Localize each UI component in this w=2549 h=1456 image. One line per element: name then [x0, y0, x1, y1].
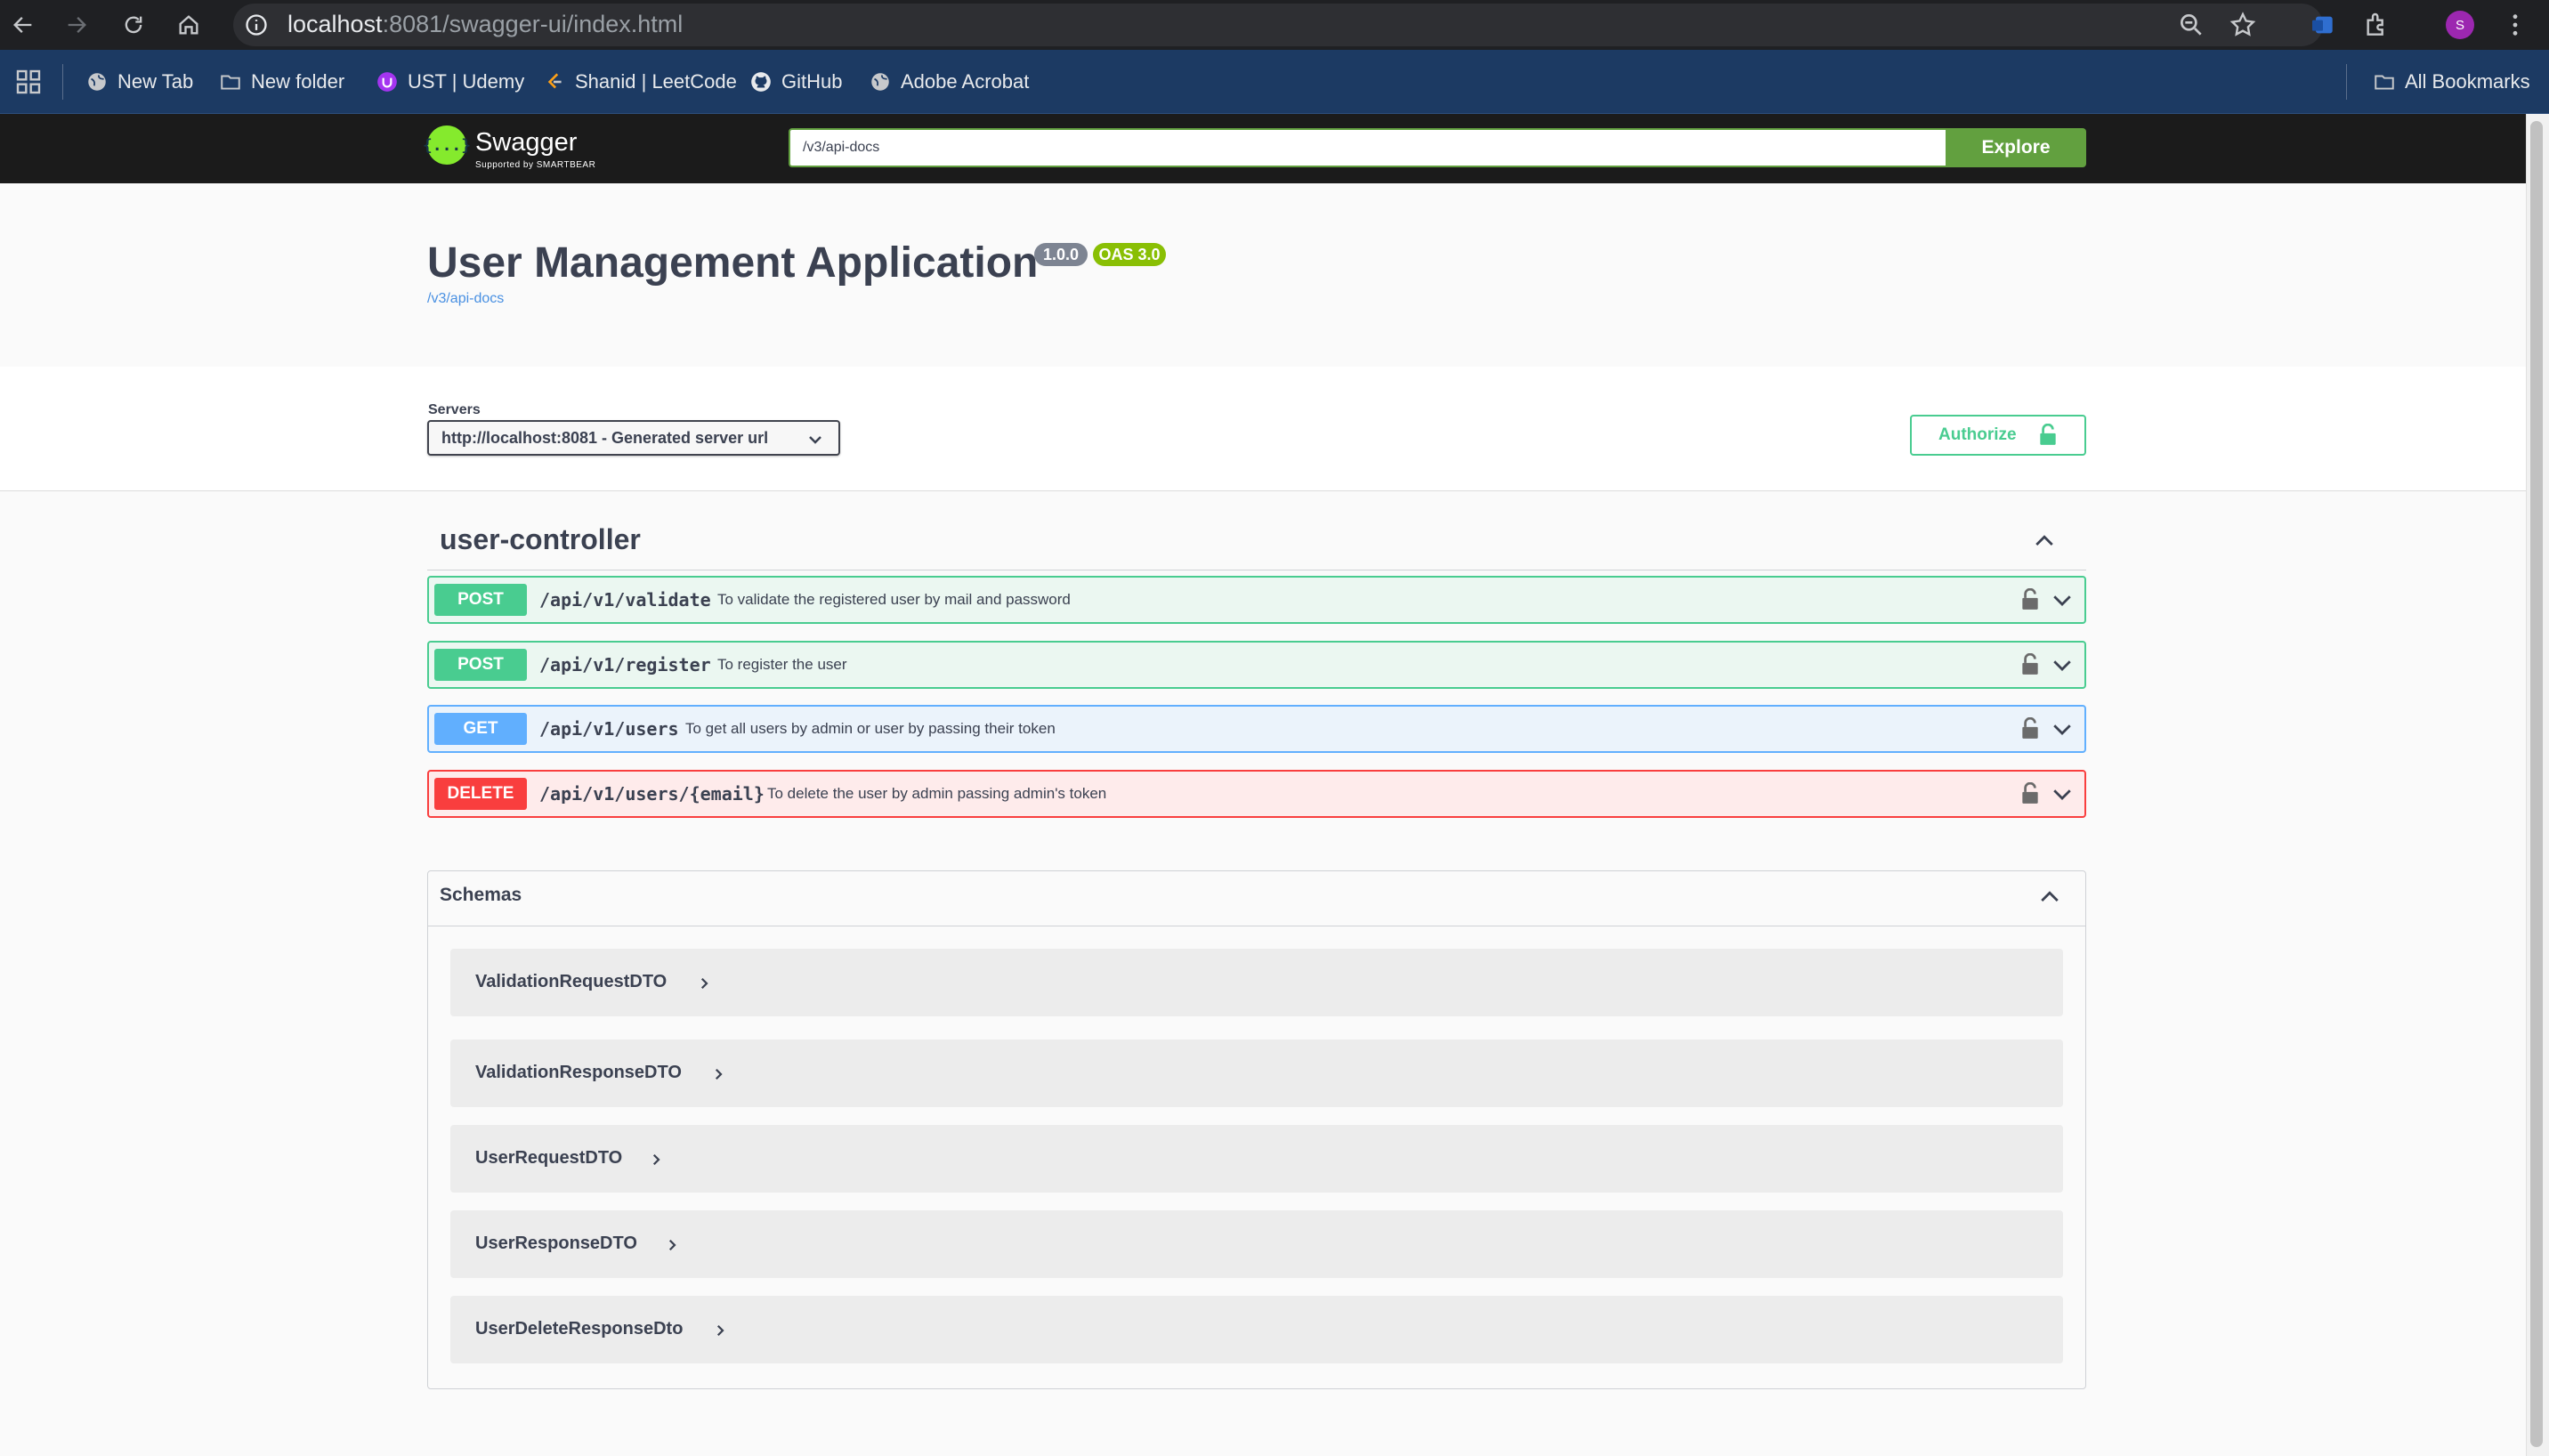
operation-path: /api/v1/users/{email} — [539, 783, 765, 805]
forward-icon[interactable] — [59, 7, 94, 43]
page-title: User Management Application — [427, 239, 1039, 287]
servers-label: Servers — [428, 402, 481, 417]
extension-outlook-icon[interactable] — [2309, 11, 2337, 39]
bookmark-adobe-acrobat[interactable]: Adobe Acrobat — [869, 64, 1029, 100]
chevron-down-icon[interactable] — [2049, 586, 2076, 613]
info-section — [0, 183, 2526, 367]
schema-name: ValidationRequestDTO — [475, 972, 668, 991]
folder-icon — [219, 70, 242, 93]
bookmark-leetcode[interactable]: Shanid | LeetCode — [543, 64, 737, 100]
bookmark-github[interactable]: GitHub — [749, 64, 842, 100]
chevron-up-icon[interactable] — [2031, 527, 2058, 554]
swagger-logo-text[interactable]: Swagger — [475, 128, 577, 158]
bookmark-label: New folder — [251, 70, 345, 93]
bookmarks-divider — [2346, 64, 2347, 100]
oas-badge: OAS 3.0 — [1093, 243, 1166, 266]
swagger-logo-icon[interactable]: {...} — [423, 125, 471, 165]
scrollbar-thumb[interactable] — [2530, 121, 2543, 1447]
bookmark-label: UST | Udemy — [408, 70, 525, 93]
operation-summary: To delete the user by admin passing admi… — [767, 785, 1107, 802]
operation-summary: To get all users by admin or user by pas… — [685, 720, 1056, 737]
authorize-label: Authorize — [1938, 425, 2017, 444]
bookmark-label: GitHub — [781, 70, 843, 93]
operation-delete-user[interactable]: DELETE /api/v1/users/{email} To delete t… — [427, 770, 2086, 818]
leetcode-icon — [543, 70, 566, 93]
lock-icon[interactable] — [2020, 652, 2040, 676]
schema-name: UserRequestDTO — [475, 1148, 623, 1168]
operation-summary: To validate the registered user by mail … — [717, 591, 1071, 608]
bookmark-udemy[interactable]: UST | Udemy — [376, 64, 524, 100]
schema-name: ValidationResponseDTO — [475, 1063, 682, 1082]
operation-path: /api/v1/register — [539, 654, 711, 675]
bookmark-label: Adobe Acrobat — [901, 70, 1030, 93]
schema-item[interactable]: ValidationResponseDTO — [450, 1039, 2063, 1107]
bookmarks-divider — [62, 64, 63, 100]
chevron-down-icon[interactable] — [2049, 716, 2076, 742]
schema-item[interactable]: UserResponseDTO — [450, 1210, 2063, 1278]
lock-icon[interactable] — [2020, 781, 2040, 805]
operation-summary: To register the user — [717, 656, 847, 673]
apps-grid-icon[interactable] — [14, 68, 43, 96]
operation-path: /api/v1/users — [539, 718, 679, 740]
url-host: localhost — [287, 11, 383, 37]
swagger-logo-subtitle: Supported by SMARTBEAR — [475, 160, 596, 170]
bookmark-label: Shanid | LeetCode — [575, 70, 737, 93]
browser-menu-icon[interactable] — [2501, 11, 2529, 39]
api-docs-link[interactable]: /v3/api-docs — [427, 291, 504, 307]
spec-url-input[interactable] — [789, 128, 1947, 167]
method-badge: POST — [434, 584, 527, 616]
explore-button[interactable]: Explore — [1946, 128, 2086, 167]
bookmark-label: New Tab — [117, 70, 194, 93]
reload-icon[interactable] — [116, 7, 151, 43]
chevron-right-icon — [710, 1066, 726, 1082]
bookmark-star-icon[interactable] — [2229, 11, 2257, 39]
profile-avatar[interactable]: S — [2446, 11, 2474, 39]
operation-post-register[interactable]: POST /api/v1/register To register the us… — [427, 641, 2086, 689]
home-icon[interactable] — [171, 7, 206, 43]
folder-icon — [2373, 70, 2396, 93]
chevron-right-icon — [664, 1237, 680, 1253]
version-badge: 1.0.0 — [1034, 243, 1088, 266]
schema-item[interactable]: ValidationRequestDTO — [450, 949, 2063, 1016]
method-badge: POST — [434, 649, 527, 681]
back-icon[interactable] — [5, 7, 41, 43]
method-badge: DELETE — [434, 778, 527, 810]
tag-title[interactable]: user-controller — [440, 523, 641, 556]
servers-select[interactable]: http://localhost:8081 - Generated server… — [427, 420, 840, 456]
chevron-right-icon — [712, 1323, 728, 1339]
chevron-right-icon — [696, 975, 712, 991]
globe-icon — [85, 70, 109, 93]
authorize-button[interactable]: Authorize — [1910, 415, 2086, 456]
schema-name: UserResponseDTO — [475, 1234, 637, 1253]
chevron-down-icon[interactable] — [2049, 651, 2076, 678]
operation-path: /api/v1/validate — [539, 589, 711, 611]
all-bookmarks[interactable]: All Bookmarks — [2373, 64, 2530, 100]
bookmark-new-folder[interactable]: New folder — [219, 64, 344, 100]
schema-item[interactable]: UserRequestDTO — [450, 1125, 2063, 1193]
extensions-icon[interactable] — [2362, 11, 2391, 39]
method-badge: GET — [434, 713, 527, 745]
github-icon — [749, 70, 773, 93]
udemy-icon — [376, 70, 399, 93]
operation-get-users[interactable]: GET /api/v1/users To get all users by ad… — [427, 705, 2086, 753]
site-info-icon[interactable] — [244, 12, 269, 37]
schema-name: UserDeleteResponseDto — [475, 1319, 684, 1339]
chevron-down-icon[interactable] — [805, 429, 826, 450]
all-bookmarks-label: All Bookmarks — [2405, 70, 2530, 93]
lock-icon[interactable] — [2020, 587, 2040, 611]
servers-section — [0, 367, 2526, 491]
lock-open-icon[interactable] — [2038, 423, 2058, 447]
globe-icon — [869, 70, 892, 93]
url-text[interactable]: localhost:8081/swagger-ui/index.html — [287, 8, 683, 40]
chevron-up-icon[interactable] — [2036, 883, 2063, 910]
zoom-icon[interactable] — [2177, 11, 2205, 39]
chevron-right-icon — [648, 1152, 664, 1168]
schemas-title[interactable]: Schemas — [440, 885, 522, 906]
lock-icon[interactable] — [2020, 716, 2040, 740]
operation-post-validate[interactable]: POST /api/v1/validate To validate the re… — [427, 576, 2086, 624]
url-path: :8081/swagger-ui/index.html — [382, 11, 684, 37]
chevron-down-icon[interactable] — [2049, 781, 2076, 807]
bookmark-new-tab[interactable]: New Tab — [85, 64, 193, 100]
schema-item[interactable]: UserDeleteResponseDto — [450, 1296, 2063, 1363]
